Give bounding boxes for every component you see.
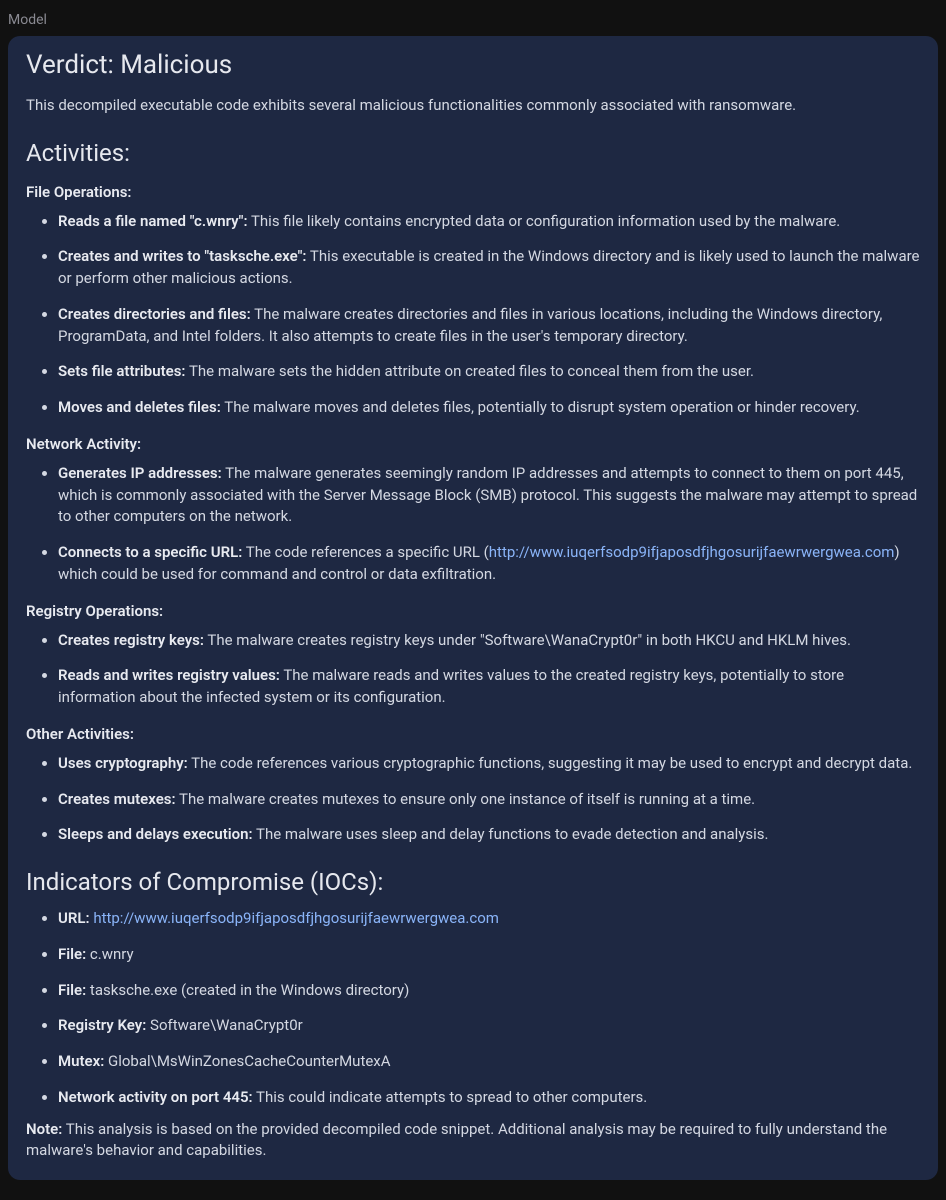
list-item: Connects to a specific URL: The code ref…	[58, 542, 920, 586]
iocs-list: URL: http://www.iuqerfsodp9ifjaposdfjhgo…	[26, 908, 920, 1109]
verdict-heading: Verdict: Malicious	[26, 50, 920, 80]
list-item: Sleeps and delays execution: The malware…	[58, 824, 920, 846]
network-activity-heading: Network Activity:	[26, 435, 920, 453]
file-operations-list: Reads a file named "c.wnry": This file l…	[26, 211, 920, 419]
analysis-card: Verdict: Malicious This decompiled execu…	[8, 36, 938, 1180]
registry-operations-heading: Registry Operations:	[26, 602, 920, 620]
note-text: Note: This analysis is based on the prov…	[26, 1119, 920, 1163]
list-item: Mutex: Global\MsWinZonesCacheCounterMute…	[58, 1051, 920, 1073]
list-item: Registry Key: Software\WanaCrypt0r	[58, 1015, 920, 1037]
list-item: Reads a file named "c.wnry": This file l…	[58, 211, 920, 233]
other-activities-heading: Other Activities:	[26, 725, 920, 743]
list-item: Creates mutexes: The malware creates mut…	[58, 789, 920, 811]
role-label: Model	[8, 8, 938, 36]
ioc-url-link[interactable]: http://www.iuqerfsodp9ifjaposdfjhgosurij…	[93, 909, 499, 927]
list-item: URL: http://www.iuqerfsodp9ifjaposdfjhgo…	[58, 908, 920, 930]
list-item: Uses cryptography: The code references v…	[58, 753, 920, 775]
url-link[interactable]: http://www.iuqerfsodp9ifjaposdfjhgosurij…	[489, 543, 895, 561]
list-item: Creates directories and files: The malwa…	[58, 304, 920, 348]
activities-heading: Activities:	[26, 139, 920, 167]
iocs-heading: Indicators of Compromise (IOCs):	[26, 868, 920, 896]
list-item: Generates IP addresses: The malware gene…	[58, 463, 920, 528]
other-activities-list: Uses cryptography: The code references v…	[26, 753, 920, 846]
registry-operations-list: Creates registry keys: The malware creat…	[26, 630, 920, 709]
list-item: Creates registry keys: The malware creat…	[58, 630, 920, 652]
list-item: Sets file attributes: The malware sets t…	[58, 361, 920, 383]
list-item: File: c.wnry	[58, 944, 920, 966]
intro-text: This decompiled executable code exhibits…	[26, 94, 920, 117]
list-item: Moves and deletes files: The malware mov…	[58, 397, 920, 419]
list-item: Creates and writes to "tasksche.exe": Th…	[58, 246, 920, 290]
list-item: Reads and writes registry values: The ma…	[58, 665, 920, 709]
file-operations-heading: File Operations:	[26, 183, 920, 201]
network-activity-list: Generates IP addresses: The malware gene…	[26, 463, 920, 586]
list-item: Network activity on port 445: This could…	[58, 1087, 920, 1109]
list-item: File: tasksche.exe (created in the Windo…	[58, 980, 920, 1002]
